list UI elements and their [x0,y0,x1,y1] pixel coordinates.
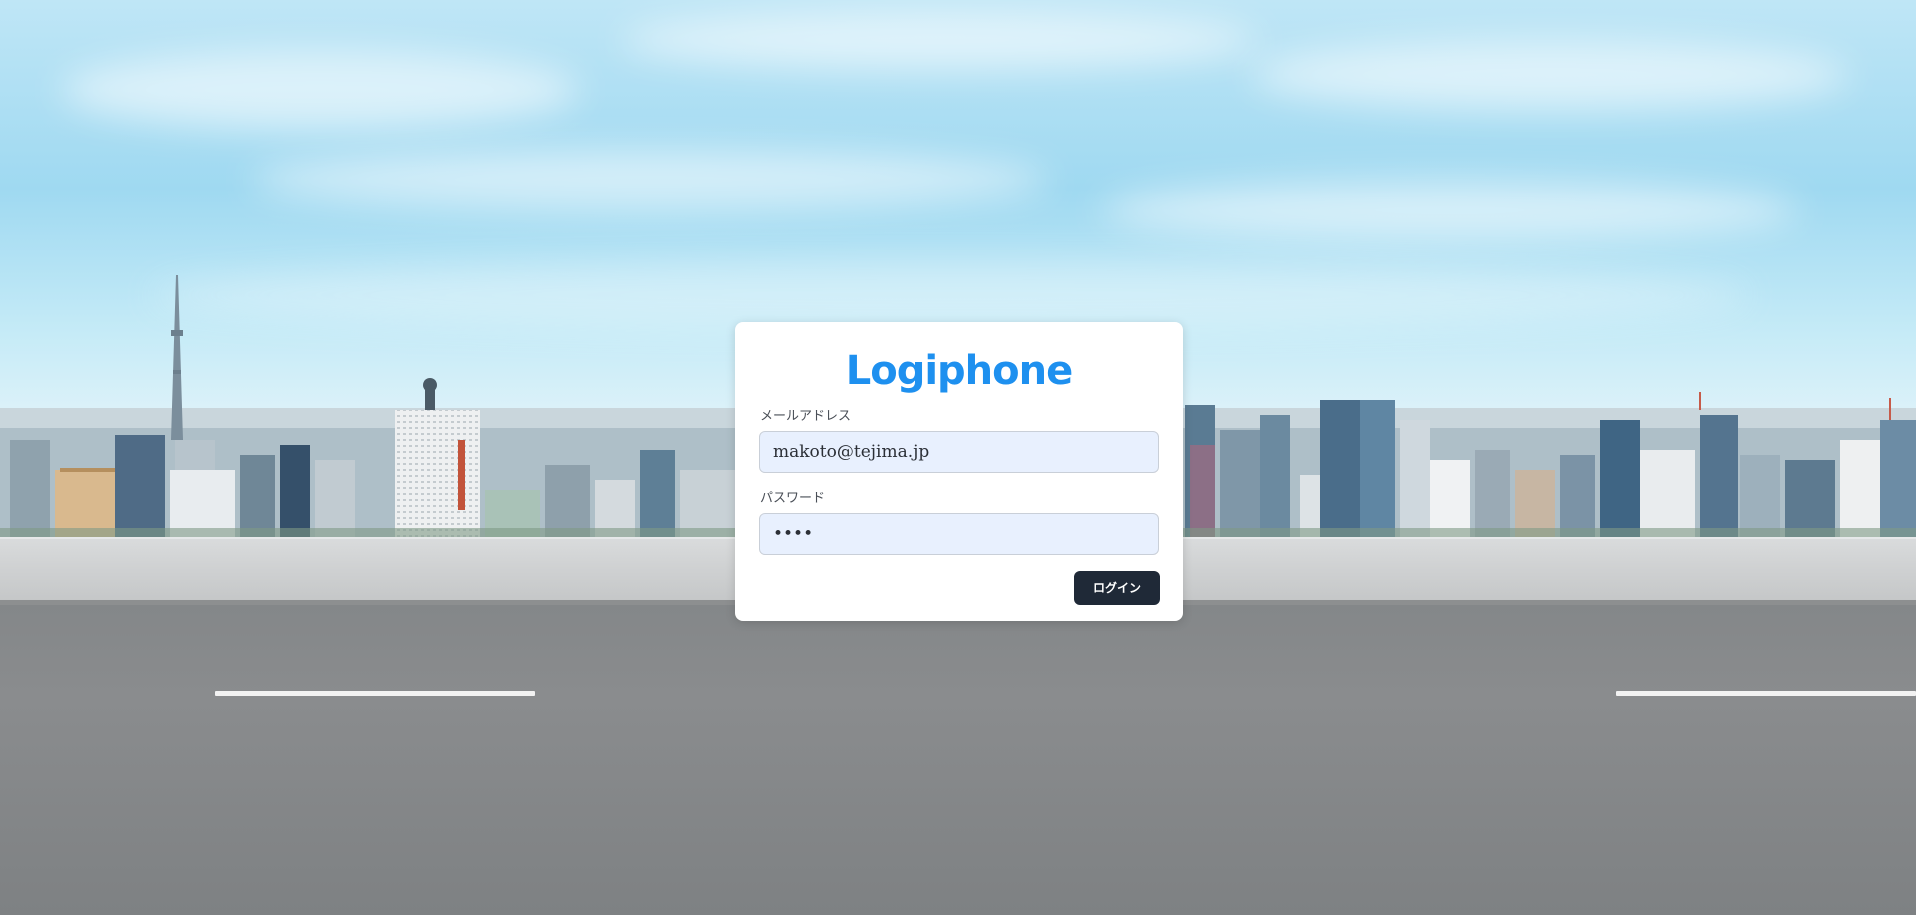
lane-marking [1616,691,1916,696]
login-card: Logiphone メールアドレス パスワード ログイン [735,322,1183,621]
app-logo: Logiphone [845,348,1074,394]
email-label: メールアドレス [760,409,852,424]
login-button[interactable]: ログイン [1074,571,1160,605]
lane-marking [215,691,535,696]
password-label: パスワード [760,491,826,506]
road-surface [0,605,1916,915]
email-input[interactable] [759,431,1159,473]
password-input[interactable] [759,513,1159,555]
login-page: Logiphone メールアドレス パスワード ログイン [0,0,1916,915]
